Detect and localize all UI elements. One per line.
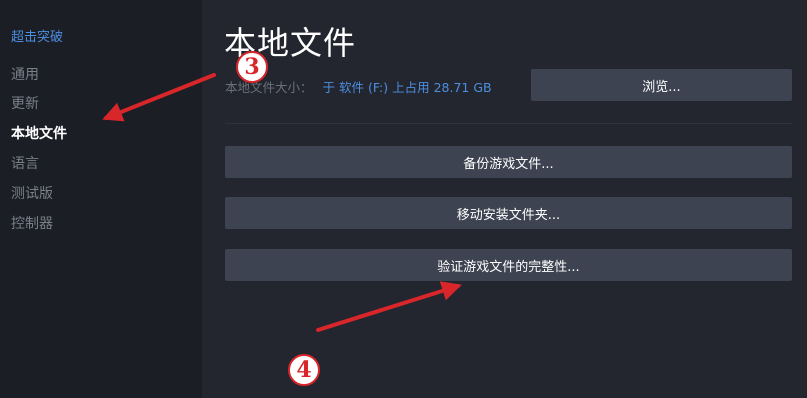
verify-integrity-button[interactable]: 验证游戏文件的完整性... — [225, 249, 792, 281]
sidebar-item-local-files[interactable]: 本地文件 — [11, 123, 67, 143]
local-file-size-row: 本地文件大小： 于 软件 (F:) 上占用 28.71 GB — [225, 77, 492, 96]
backup-game-files-button[interactable]: 备份游戏文件... — [225, 146, 792, 178]
step-3-badge: 3 — [236, 51, 268, 83]
sidebar-item-betas[interactable]: 测试版 — [11, 183, 53, 203]
browse-button[interactable]: 浏览... — [531, 69, 792, 101]
sidebar-item-updates[interactable]: 更新 — [11, 93, 39, 113]
main-panel: 本地文件 本地文件大小：于 软件 (F:) 上占用 28.71 GB 浏览...… — [202, 0, 807, 398]
size-label: 本地文件大小： — [225, 80, 313, 95]
game-title: 超击突破 — [11, 30, 64, 45]
sidebar-item-controller[interactable]: 控制器 — [11, 213, 53, 233]
move-install-folder-button[interactable]: 移动安装文件夹... — [225, 197, 792, 229]
sidebar: 超击突破 通用 更新 本地文件 语言 测试版 控制器 — [0, 0, 202, 398]
size-value: 于 软件 (F:) 上占用 28.71 GB — [322, 80, 492, 95]
sidebar-item-general[interactable]: 通用 — [11, 64, 39, 84]
divider — [225, 123, 792, 124]
sidebar-item-language[interactable]: 语言 — [11, 153, 39, 173]
step-4-badge: 4 — [288, 354, 320, 386]
